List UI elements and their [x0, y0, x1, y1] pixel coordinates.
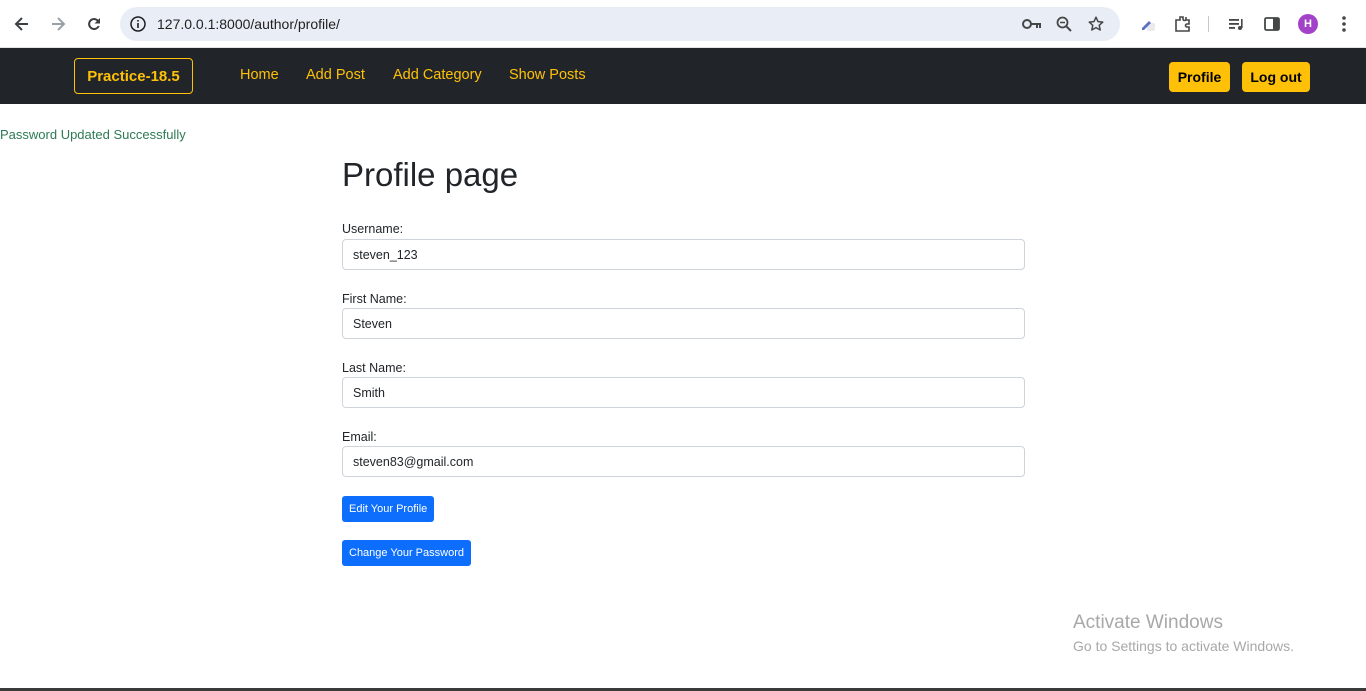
- activate-windows-subtitle: Go to Settings to activate Windows.: [1073, 638, 1294, 654]
- extensions-icon[interactable]: [1170, 12, 1194, 36]
- url-text[interactable]: 127.0.0.1:8000/author/profile/: [157, 16, 340, 32]
- more-menu-icon[interactable]: [1332, 12, 1356, 36]
- brand-link[interactable]: Practice-18.5: [74, 58, 193, 94]
- profile-avatar[interactable]: H: [1298, 14, 1318, 34]
- success-message: Password Updated Successfully: [0, 127, 186, 142]
- bookmark-star-icon[interactable]: [1086, 14, 1106, 34]
- last-name-label: Last Name:: [342, 361, 406, 375]
- browser-toolbar: 127.0.0.1:8000/author/profile/ H: [0, 0, 1366, 48]
- site-navbar: Practice-18.5 Home Add Post Add Category…: [0, 48, 1366, 104]
- site-info-icon[interactable]: [128, 14, 148, 34]
- page-title: Profile page: [342, 156, 519, 193]
- extension-pen-icon[interactable]: [1136, 12, 1160, 36]
- logout-button[interactable]: Log out: [1242, 62, 1310, 92]
- media-controls-icon[interactable]: [1224, 12, 1248, 36]
- forward-icon[interactable]: [46, 12, 70, 36]
- nav-link-add-category[interactable]: Add Category: [393, 67, 482, 83]
- first-name-label: First Name:: [342, 292, 407, 306]
- reload-icon[interactable]: [82, 12, 106, 36]
- key-icon[interactable]: [1022, 14, 1042, 34]
- email-label: Email:: [342, 430, 377, 444]
- nav-link-show-posts[interactable]: Show Posts: [509, 67, 586, 83]
- email-input[interactable]: [342, 446, 1025, 477]
- toolbar-divider: [1208, 16, 1209, 32]
- last-name-input[interactable]: [342, 377, 1025, 408]
- zoom-icon[interactable]: [1054, 14, 1074, 34]
- nav-link-home[interactable]: Home: [240, 67, 279, 83]
- username-input[interactable]: [342, 239, 1025, 270]
- back-icon[interactable]: [10, 12, 34, 36]
- edit-profile-button[interactable]: Edit Your Profile: [342, 496, 435, 522]
- address-bar[interactable]: 127.0.0.1:8000/author/profile/: [120, 7, 1120, 41]
- profile-button[interactable]: Profile: [1169, 62, 1230, 92]
- username-label: Username:: [342, 222, 404, 236]
- first-name-input[interactable]: [342, 308, 1025, 339]
- nav-link-add-post[interactable]: Add Post: [306, 67, 365, 83]
- change-password-button[interactable]: Change Your Password: [342, 540, 471, 566]
- side-panel-icon[interactable]: [1260, 12, 1284, 36]
- activate-windows-title: Activate Windows: [1073, 612, 1223, 633]
